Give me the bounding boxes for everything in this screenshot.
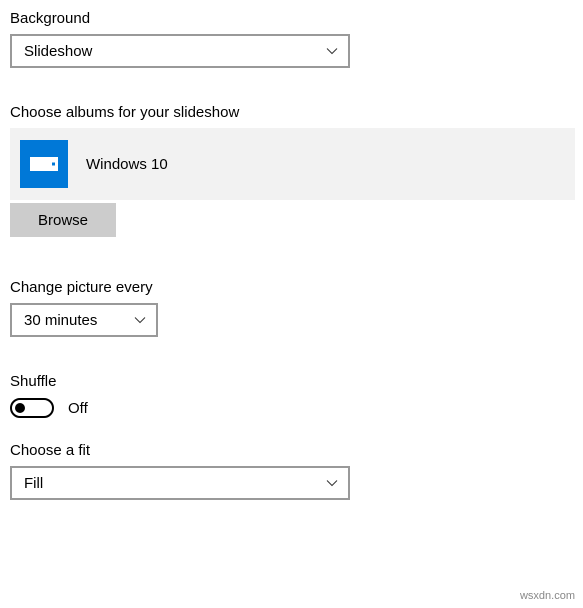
change-picture-dropdown-value: 30 minutes	[24, 312, 97, 329]
shuffle-section: Shuffle Off	[10, 373, 573, 418]
drive-icon	[20, 140, 68, 188]
background-dropdown-value: Slideshow	[24, 43, 92, 60]
albums-label: Choose albums for your slideshow	[10, 104, 573, 121]
shuffle-label: Shuffle	[10, 373, 573, 390]
shuffle-state-label: Off	[68, 400, 88, 417]
album-item[interactable]: Windows 10	[10, 128, 575, 200]
watermark: wsxdn.com	[520, 590, 575, 602]
fit-label: Choose a fit	[10, 442, 573, 459]
chevron-down-icon	[326, 45, 338, 57]
background-dropdown[interactable]: Slideshow	[10, 34, 350, 68]
background-section: Background Slideshow	[10, 10, 573, 68]
change-picture-section: Change picture every 30 minutes	[10, 279, 573, 337]
toggle-knob	[15, 403, 25, 413]
fit-dropdown-value: Fill	[24, 475, 43, 492]
fit-section: Choose a fit Fill	[10, 442, 573, 500]
chevron-down-icon	[134, 314, 146, 326]
fit-dropdown[interactable]: Fill	[10, 466, 350, 500]
chevron-down-icon	[326, 477, 338, 489]
album-name: Windows 10	[86, 156, 168, 173]
change-picture-dropdown[interactable]: 30 minutes	[10, 303, 158, 337]
shuffle-toggle[interactable]	[10, 398, 54, 418]
background-label: Background	[10, 10, 573, 27]
change-picture-label: Change picture every	[10, 279, 573, 296]
albums-section: Choose albums for your slideshow Windows…	[10, 104, 573, 237]
browse-button[interactable]: Browse	[10, 203, 116, 237]
